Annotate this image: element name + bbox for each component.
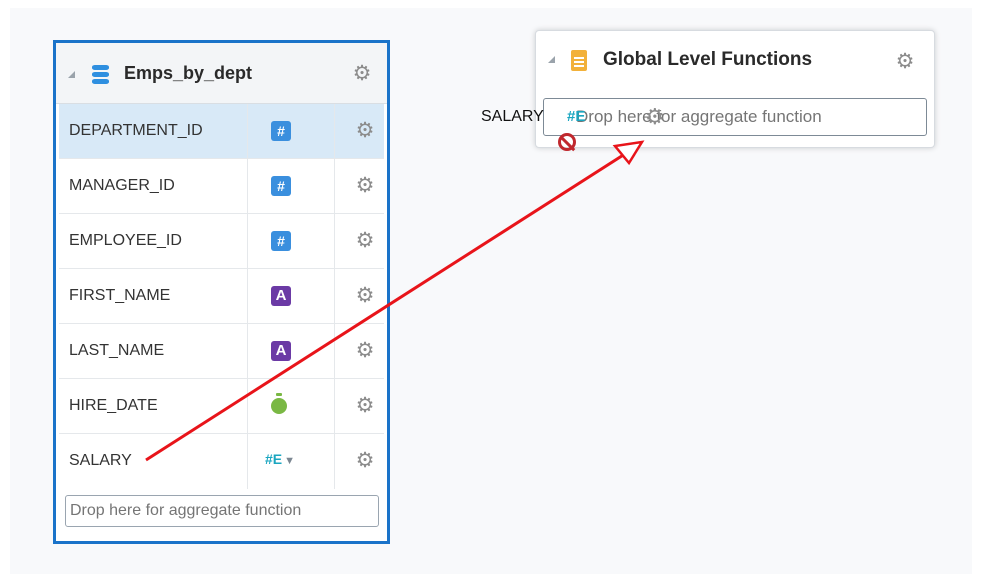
- arrow-head: [612, 140, 645, 166]
- drag-arrow: [145, 140, 645, 462]
- arrow-line: [145, 150, 629, 462]
